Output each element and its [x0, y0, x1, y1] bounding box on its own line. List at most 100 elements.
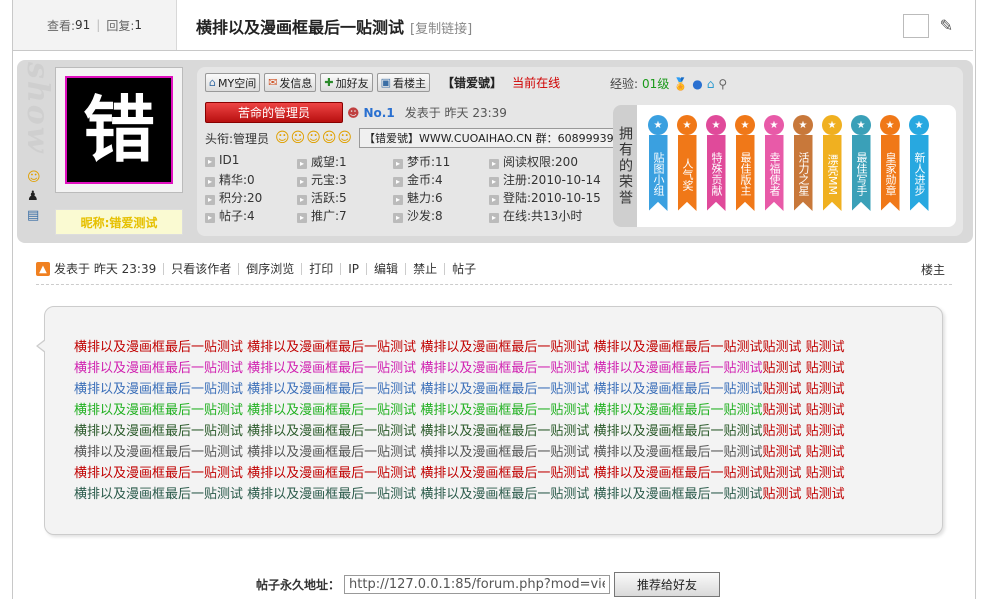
medal-item[interactable]: ★ 贴图小组 [647, 115, 669, 211]
stat-item: 魅力:6 [393, 189, 489, 207]
print-link[interactable]: 打印 [301, 263, 340, 275]
exp-level: 01级 [642, 77, 670, 91]
qq-icon[interactable]: ♟ [27, 189, 41, 204]
stat-item: 威望:1 [297, 153, 393, 171]
user-title: 头衔:管理员 [205, 131, 270, 146]
content-tail: 贴测试 [762, 403, 802, 418]
post-actions: ▲ 发表于 昨天 23:39 只看该作者 倒序浏览 打印 IP 编辑 禁止 帖子 [36, 258, 952, 280]
header-checkbox[interactable] [903, 14, 929, 38]
admin-badge: 苦命的管理员 [205, 102, 343, 123]
content-segment: 横排以及漫画框最后一贴测试 [74, 445, 244, 460]
medal-icon: 🏅 [673, 76, 689, 91]
rank-label: No.1 [363, 105, 395, 120]
medal-item[interactable]: ★ 最佳写手 [850, 115, 872, 211]
medal-item[interactable]: ★ 幸福使者 [763, 115, 785, 211]
medal-item[interactable]: ★ 特殊贡献 [705, 115, 727, 211]
content-segment: 横排以及漫画框最后一贴测试 [247, 466, 417, 481]
user-stats: ID1 威望:1 梦币:11 阅读权限:200 精华:0 元宝:3 金币:4 注… [205, 153, 615, 225]
globe-icon[interactable]: ● [692, 77, 702, 91]
divider [36, 284, 952, 285]
content-tail: 贴测试 [805, 445, 845, 460]
add-friend-button[interactable]: ✚ 加好友 [320, 73, 373, 92]
content-segment: 横排以及漫画框最后一贴测试 [74, 487, 244, 502]
edit-link[interactable]: 编辑 [366, 263, 405, 275]
content-segment: 横排以及漫画框最后一贴测试 [247, 361, 417, 376]
content-segment: 横排以及漫画框最后一贴测试 [247, 445, 417, 460]
exp-label: 经验: [610, 77, 639, 91]
medal-item[interactable]: ★ 活力之星 [792, 115, 814, 211]
send-message-button[interactable]: ✉ 发信息 [264, 73, 317, 92]
admin-row: 苦命的管理员 ☻ No.1 发表于 昨天 23:39 [205, 102, 507, 123]
house-icon[interactable]: ⌂ [707, 77, 715, 91]
content-segment: 横排以及漫画框最后一贴测试 [247, 424, 417, 439]
content-segment: 横排以及漫画框最后一贴测试 [420, 361, 590, 376]
medal-name: 最佳版主 [735, 135, 755, 211]
thread-header: 查看: 91 | 回复: 1 横排以及漫画框最后一贴测试 [复制链接] ✎ [13, 0, 973, 51]
profile-card-icon[interactable]: ▤ [27, 208, 41, 223]
stat-item: 活跃:5 [297, 189, 393, 207]
medal-item[interactable]: ★ 新人进步 [908, 115, 930, 211]
views-count: 91 [75, 18, 91, 32]
stat-item: 元宝:3 [297, 171, 393, 189]
stat-item: 推广:7 [297, 207, 393, 225]
avatar-glyph: 错 [82, 88, 155, 172]
view-floor-button[interactable]: ▣ 看楼主 [376, 73, 431, 92]
content-segment: 横排以及漫画框最后一贴测试 [593, 403, 763, 418]
show-watermark: show [20, 62, 55, 155]
search-icon[interactable]: ⚲ [718, 77, 727, 91]
stat-item: 阅读权限:200 [489, 153, 615, 171]
avatar[interactable]: 错 [65, 76, 173, 184]
medal-icon: ★ [764, 115, 784, 135]
content-tail: 贴测试 [762, 487, 802, 502]
posts-link[interactable]: 帖子 [444, 263, 483, 275]
post-time: 发表于 昨天 23:39 [54, 262, 157, 276]
content-segment: 横排以及漫画框最后一贴测试 [420, 424, 590, 439]
ban-link[interactable]: 禁止 [405, 263, 444, 275]
tool-icon[interactable]: ✎ [940, 16, 953, 35]
content-segment: 横排以及漫画框最后一贴测试 [74, 466, 244, 481]
only-author-link[interactable]: 只看该作者 [163, 263, 238, 275]
clan-tag: 【错爱號】 [442, 76, 503, 90]
side-icons: ☺ ♟ ▤ [27, 170, 41, 223]
avatar-frame: 错 [55, 67, 183, 193]
copy-link[interactable]: [复制链接] [410, 22, 472, 37]
view-floor-label: 看楼主 [393, 76, 427, 90]
face-icons: ☺☺☺☺☺ [275, 130, 354, 146]
permalink-input[interactable] [344, 575, 611, 594]
content-line: 横排以及漫画框最后一贴测试 横排以及漫画框最后一贴测试 横排以及漫画框最后一贴测… [74, 484, 934, 505]
stats-divider: | [96, 18, 101, 32]
medal-item[interactable]: ★ 皇家勋章 [879, 115, 901, 211]
stat-item: 金币:4 [393, 171, 489, 189]
content-tail: 贴测试 [805, 424, 845, 439]
smile-icon[interactable]: ☺ [27, 170, 41, 185]
posted-time: 发表于 昨天 23:39 [404, 106, 507, 120]
content-segment: 横排以及漫画框最后一贴测试 [593, 340, 763, 355]
stat-item: 积分:20 [205, 189, 297, 207]
medal-name: 贴图小组 [648, 135, 668, 211]
medal-name: 新人进步 [909, 135, 929, 211]
reverse-order-link[interactable]: 倒序浏览 [238, 263, 301, 275]
replies-count: 1 [134, 18, 143, 32]
content-segment: 横排以及漫画框最后一贴测试 [74, 340, 244, 355]
content-segment: 横排以及漫画框最后一贴测试 [420, 382, 590, 397]
medal-item[interactable]: ★ 最佳版主 [734, 115, 756, 211]
medal-icon: ★ [677, 115, 697, 135]
my-space-button[interactable]: ⌂ MY空间 [205, 73, 261, 92]
content-line: 横排以及漫画框最后一贴测试 横排以及漫画框最后一贴测试 横排以及漫画框最后一贴测… [74, 463, 934, 484]
medal-item[interactable]: ★ 人气奖 [676, 115, 698, 211]
recommend-button[interactable]: 推荐给好友 [614, 572, 721, 597]
bubble-tail-fill [38, 340, 46, 352]
mail-icon: ✉ [268, 76, 278, 89]
ip-link[interactable]: IP [340, 263, 366, 275]
add-friend-label: 加好友 [335, 76, 369, 90]
medal-icon: ★ [851, 115, 871, 135]
content-tail: 贴测试 [762, 445, 802, 460]
content-segment: 横排以及漫画框最后一贴测试 [74, 361, 244, 376]
medal-name: 特殊贡献 [706, 135, 726, 211]
view-floor-icon: ▣ [380, 76, 392, 89]
stat-item: 帖子:4 [205, 207, 297, 225]
medal-item[interactable]: ★ 漂亮MM [821, 115, 843, 211]
content-segment: 横排以及漫画框最后一贴测试 [420, 487, 590, 502]
nickname: 昵称:错爱测试 [55, 209, 183, 235]
my-space-label: MY空间 [217, 76, 257, 90]
